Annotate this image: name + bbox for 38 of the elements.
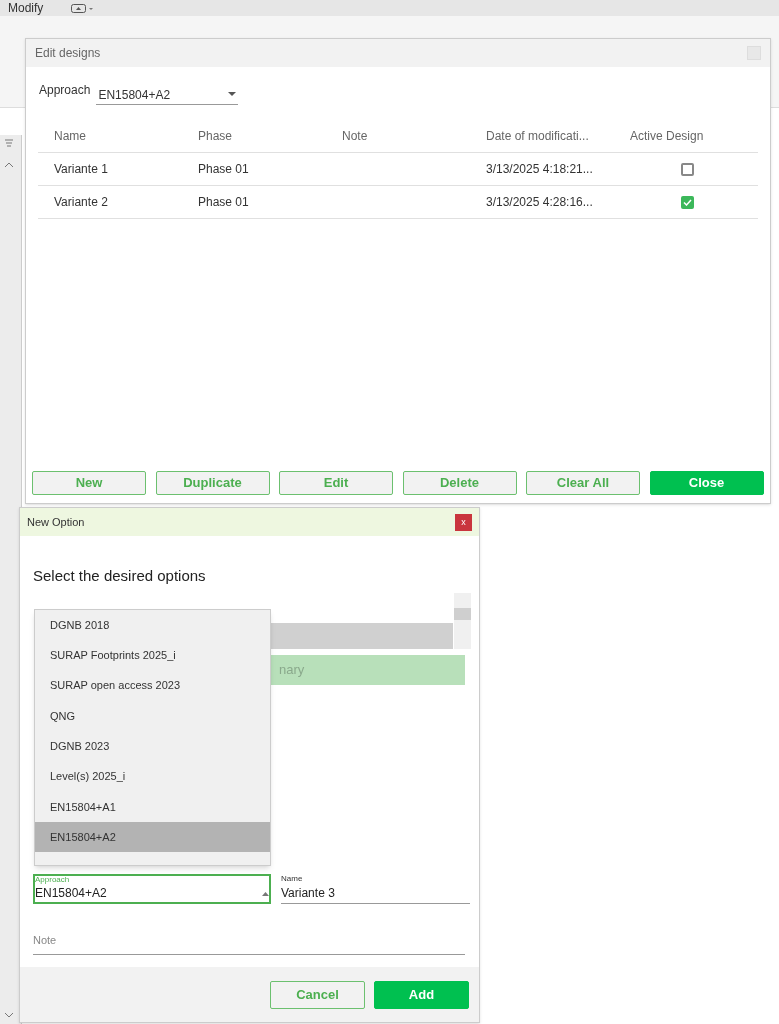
chevron-down-icon[interactable] bbox=[4, 1011, 14, 1019]
dropdown-item[interactable]: QNG bbox=[35, 700, 270, 732]
window-close-button[interactable]: x bbox=[455, 513, 472, 531]
dropdown-item[interactable]: SURAP Footprints 2025_i bbox=[35, 640, 270, 671]
table-cell-text: 3/13/2025 4:28:16... bbox=[486, 194, 594, 211]
table-cell-text: 3/13/2025 4:18:21... bbox=[486, 161, 594, 178]
dropdown-item[interactable]: EN15804+A2 bbox=[35, 822, 270, 853]
table-cell-text: Variante 1 bbox=[54, 161, 109, 178]
dropdown-item[interactable]: Level(s) 2025_i bbox=[35, 761, 270, 792]
approach-dropdown[interactable]: EN15804+A2 bbox=[96, 81, 239, 105]
name-field[interactable]: Name Variante 3 bbox=[281, 875, 470, 904]
approach-label: Approach bbox=[39, 82, 91, 99]
menu-item[interactable]: Modify bbox=[8, 0, 44, 17]
column-header[interactable]: Phase bbox=[198, 126, 342, 145]
approach-field[interactable]: Approach EN15804+A2 bbox=[33, 874, 271, 904]
checkbox[interactable] bbox=[680, 162, 694, 176]
dropdown-icon[interactable] bbox=[71, 3, 96, 13]
column-header[interactable]: Active Design bbox=[630, 126, 774, 145]
dialog-heading: Select the desired options bbox=[33, 566, 206, 586]
scrollbar[interactable] bbox=[454, 593, 471, 649]
note-field[interactable]: Note bbox=[33, 932, 465, 955]
dropdown-item[interactable]: EN15804+A1 bbox=[35, 791, 270, 823]
chevron-up-icon[interactable] bbox=[4, 161, 14, 169]
table-cell-text: Variante 2 bbox=[54, 194, 109, 211]
window-title: Edit designs bbox=[35, 45, 101, 62]
dropdown-item[interactable]: DGNB 2023 bbox=[35, 731, 270, 762]
dropdown-item[interactable]: DGNB 2018 bbox=[35, 610, 270, 641]
table-cell-text: Phase 01 bbox=[198, 161, 250, 178]
column-header[interactable]: Note bbox=[342, 126, 486, 145]
caret-icon bbox=[228, 92, 237, 97]
filter-icon[interactable] bbox=[4, 139, 14, 147]
table-cell-text: Phase 01 bbox=[198, 194, 250, 211]
dropdown-item[interactable]: SURAP open access 2023 bbox=[35, 670, 270, 701]
column-header[interactable]: Name bbox=[54, 126, 198, 145]
checkbox[interactable] bbox=[680, 195, 694, 209]
window-title: New Option bbox=[27, 514, 85, 530]
column-header[interactable]: Date of modificati... bbox=[486, 126, 630, 145]
caret-icon bbox=[262, 892, 269, 896]
